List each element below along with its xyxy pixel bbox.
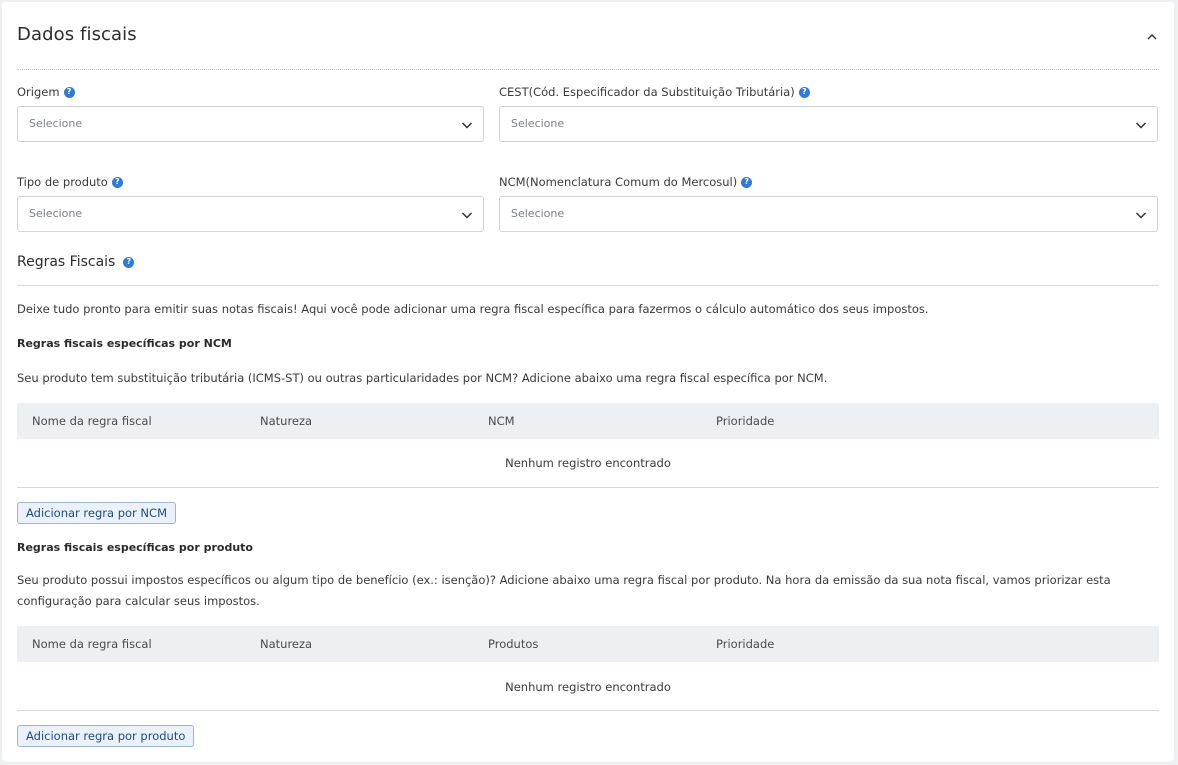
section-title: Dados fiscais [17, 24, 137, 45]
add-ncm-rule-button[interactable]: Adicionar regra por NCM [17, 502, 176, 524]
chevron-down-icon [461, 212, 473, 219]
product-rules-empty: Nenhum registro encontrado [505, 680, 671, 694]
divider [17, 710, 1159, 711]
ncm-placeholder: Selecione [511, 207, 565, 220]
tipo-produto-select[interactable]: Selecione [17, 196, 484, 232]
ncm-field: NCM(Nomenclatura Comum do Mercosul) ? Se… [499, 174, 1158, 232]
chevron-down-icon [461, 122, 473, 129]
product-rules-description: Seu produto possui impostos específicos … [17, 573, 1111, 608]
cest-field: CEST(Cód. Especificador da Substituição … [499, 84, 1158, 142]
column-header: Prioridade [716, 414, 775, 428]
product-rules-table-header: Nome da regra fiscal Natureza Produtos P… [17, 626, 1159, 662]
question-circle-icon[interactable]: ? [798, 86, 810, 98]
column-header: Natureza [260, 637, 313, 651]
product-rules-heading: Regras fiscais específicas por produto [17, 541, 253, 554]
section-header: Dados fiscais [17, 22, 1159, 70]
origem-placeholder: Selecione [29, 117, 83, 130]
chevron-down-icon [1135, 122, 1147, 129]
chevron-down-icon [1135, 212, 1147, 219]
fiscal-data-card: Dados fiscais Origem ? Selecione CEST(Có… [2, 2, 1174, 762]
cest-placeholder: Selecione [511, 117, 565, 130]
origem-field: Origem ? Selecione [17, 84, 484, 142]
tipo-produto-placeholder: Selecione [29, 207, 83, 220]
ncm-rules-empty: Nenhum registro encontrado [505, 456, 671, 470]
column-header: Nome da regra fiscal [32, 414, 152, 428]
column-header: Prioridade [716, 637, 775, 651]
chevron-up-icon[interactable] [1145, 30, 1159, 44]
add-product-rule-button[interactable]: Adicionar regra por produto [17, 725, 195, 747]
question-circle-icon[interactable]: ? [123, 256, 135, 268]
ncm-select[interactable]: Selecione [499, 196, 1158, 232]
question-circle-icon[interactable]: ? [63, 86, 75, 98]
column-header: Produtos [488, 637, 539, 651]
column-header: Natureza [260, 414, 313, 428]
ncm-label: NCM(Nomenclatura Comum do Mercosul) [499, 175, 738, 189]
divider [17, 285, 1159, 286]
question-circle-icon[interactable]: ? [741, 176, 753, 188]
cest-label: CEST(Cód. Especificador da Substituição … [499, 85, 795, 99]
divider [17, 487, 1159, 488]
column-header: Nome da regra fiscal [32, 637, 152, 651]
regras-fiscais-title: Regras Fiscais ? [17, 254, 135, 270]
tipo-produto-field: Tipo de produto ? Selecione [17, 174, 484, 232]
cest-select[interactable]: Selecione [499, 106, 1158, 142]
tipo-produto-label: Tipo de produto [17, 175, 108, 189]
origem-select[interactable]: Selecione [17, 106, 484, 142]
regras-intro: Deixe tudo pronto para emitir suas notas… [17, 302, 929, 316]
question-circle-icon[interactable]: ? [111, 176, 123, 188]
origem-label: Origem [17, 85, 60, 99]
ncm-rules-table-header: Nome da regra fiscal Natureza NCM Priori… [17, 403, 1159, 439]
ncm-rules-description: Seu produto tem substituição tributária … [17, 371, 828, 385]
column-header: NCM [488, 414, 515, 428]
ncm-rules-heading: Regras fiscais específicas por NCM [17, 337, 232, 350]
